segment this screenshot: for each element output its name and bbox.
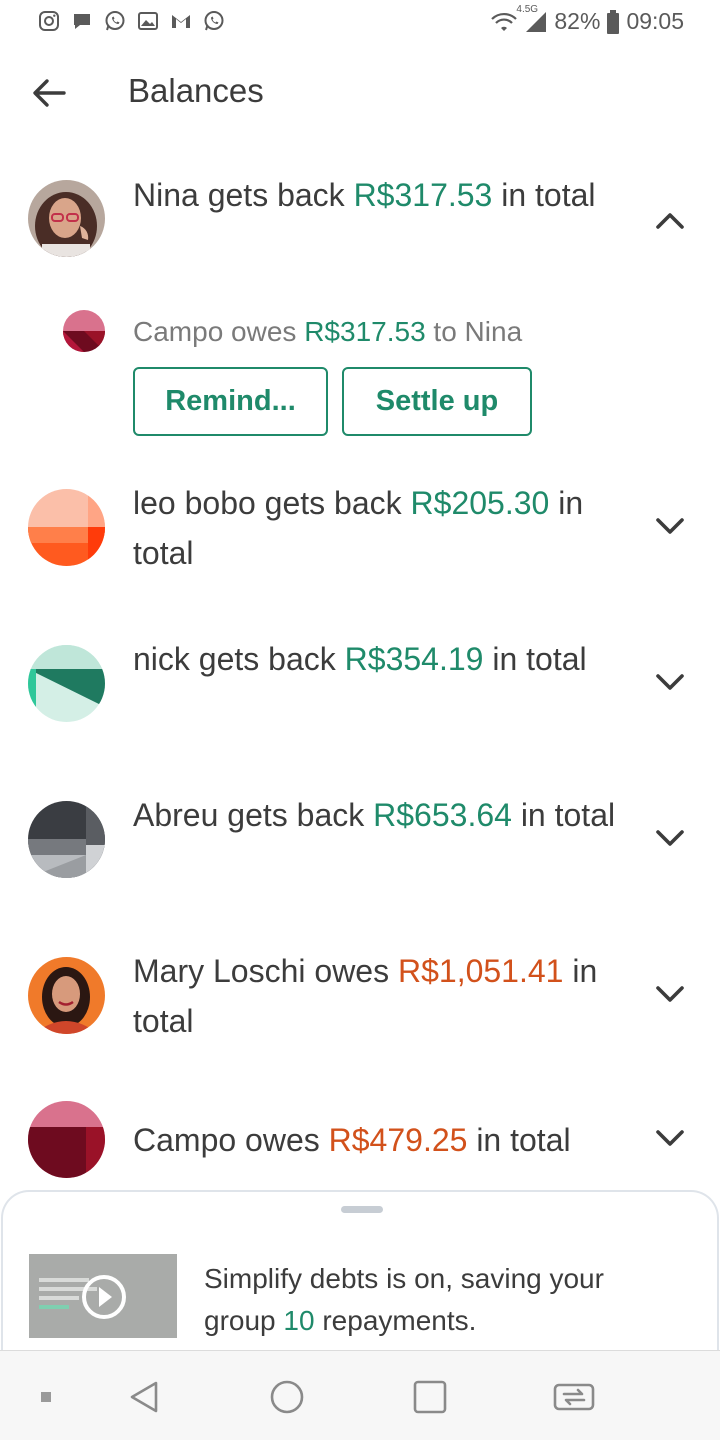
balance-verb: gets back — [207, 177, 345, 213]
balance-summary: nick gets back R$354.19 in total — [133, 634, 623, 684]
collapse-button[interactable] — [648, 198, 692, 242]
member-name: Nina — [133, 177, 199, 213]
wifi-icon — [490, 10, 518, 34]
drag-handle[interactable] — [341, 1206, 383, 1213]
remind-button[interactable]: Remind... — [133, 367, 328, 436]
member-name: nick — [133, 641, 190, 677]
balance-summary: Mary Loschi owes R$1,051.41 in total — [133, 946, 623, 1046]
network-type: 4.5G — [516, 3, 539, 15]
balance-row-nina[interactable]: Nina gets back R$317.53 in total — [0, 168, 720, 278]
balance-row-abreu[interactable]: Abreu gets back R$653.64 in total — [0, 790, 720, 900]
nav-dot-button[interactable] — [24, 1375, 68, 1419]
back-button[interactable] — [24, 68, 74, 118]
gmail-icon — [168, 8, 194, 34]
balance-row-campo[interactable]: Campo owes R$479.25 in total — [0, 1100, 720, 1184]
expand-button[interactable] — [648, 660, 692, 704]
expand-button[interactable] — [648, 816, 692, 860]
balance-suffix: in total — [476, 1122, 571, 1158]
settle-up-button[interactable]: Settle up — [342, 367, 532, 436]
balance-suffix: in total — [492, 641, 587, 677]
battery-icon — [606, 9, 620, 34]
detail-amount: R$317.53 — [304, 316, 426, 347]
detail-text: Campo owes R$317.53 to Nina — [133, 316, 522, 348]
simplify-debts-sheet[interactable]: Simplify debts is on, saving your group … — [1, 1190, 719, 1352]
member-name: Campo — [133, 1122, 237, 1158]
whatsapp-icon — [102, 8, 128, 34]
balance-amount: R$479.25 — [328, 1122, 468, 1158]
dot-icon — [41, 1392, 51, 1402]
clock: 09:05 — [626, 8, 684, 34]
balance-amount: R$317.53 — [353, 177, 493, 213]
avatar — [28, 1101, 105, 1178]
expand-button[interactable] — [648, 1116, 692, 1160]
nav-switch-button[interactable] — [552, 1375, 596, 1419]
system-nav-bar — [0, 1350, 720, 1440]
status-bar: 4.5G 82% 09:05 — [0, 0, 720, 44]
debtor-name: Campo — [133, 316, 224, 347]
app-bar: Balances — [0, 56, 720, 128]
back-triangle-icon — [130, 1381, 158, 1413]
home-circle-icon — [270, 1380, 304, 1414]
nav-back-button[interactable] — [122, 1375, 166, 1419]
simplify-debts-message: Simplify debts is on, saving your group … — [204, 1258, 674, 1342]
repayments-count: 10 — [283, 1305, 315, 1336]
avatar — [28, 645, 105, 722]
member-name: Mary Loschi — [133, 953, 306, 989]
avatar — [28, 957, 105, 1034]
balance-verb: gets back — [198, 641, 336, 677]
balance-verb: gets back — [227, 797, 365, 833]
battery-percent: 82% — [554, 8, 601, 34]
instagram-icon — [36, 8, 62, 34]
arrow-left-icon — [33, 79, 66, 107]
signal-icon: 4.5G — [516, 4, 548, 34]
balance-verb: gets back — [264, 485, 402, 521]
balance-summary: Nina gets back R$317.53 in total — [133, 170, 623, 220]
status-right: 4.5G 82% 09:05 — [490, 4, 684, 35]
balance-amount: R$653.64 — [373, 797, 512, 833]
play-icon — [82, 1275, 126, 1319]
balance-suffix: in total — [501, 177, 596, 213]
balance-amount: R$205.30 — [410, 485, 550, 521]
detail-to-text: to Nina — [433, 316, 523, 347]
member-name: Abreu — [133, 797, 219, 833]
member-name: leo bobo — [133, 485, 256, 521]
video-thumbnail[interactable] — [29, 1254, 177, 1338]
chevron-down-icon — [656, 986, 684, 1002]
chevron-down-icon — [656, 1130, 684, 1146]
avatar — [28, 801, 105, 878]
balance-row-mary-loschi[interactable]: Mary Loschi owes R$1,051.41 in total — [0, 946, 720, 1056]
balance-amount: R$354.19 — [344, 641, 484, 677]
avatar — [28, 489, 105, 566]
avatar — [28, 180, 105, 257]
chevron-down-icon — [656, 674, 684, 690]
balance-summary: Abreu gets back R$653.64 in total — [133, 790, 623, 840]
detail-verb: owes — [231, 316, 297, 347]
switch-apps-icon — [553, 1383, 595, 1411]
message-end: repayments. — [322, 1305, 477, 1336]
chevron-up-icon — [656, 213, 684, 229]
balance-verb: owes — [245, 1122, 320, 1158]
page-title: Balances — [128, 72, 264, 109]
notification-icons — [36, 8, 227, 34]
chevron-down-icon — [656, 830, 684, 846]
balance-detail: Campo owes R$317.53 to Nina Remind... Se… — [0, 310, 720, 440]
balance-suffix: in total — [520, 797, 616, 833]
gallery-icon — [135, 8, 161, 34]
chevron-down-icon — [656, 518, 684, 534]
expand-button[interactable] — [648, 972, 692, 1016]
avatar — [63, 310, 105, 352]
balance-row-nick[interactable]: nick gets back R$354.19 in total — [0, 634, 720, 744]
nav-home-button[interactable] — [265, 1375, 309, 1419]
balance-summary: Campo owes R$479.25 in total — [133, 1115, 653, 1165]
recents-square-icon — [413, 1380, 447, 1414]
nav-recents-button[interactable] — [408, 1375, 452, 1419]
balance-amount: R$1,051.41 — [397, 953, 564, 989]
chat-bubble-icon — [69, 8, 95, 34]
whatsapp-icon — [201, 8, 227, 34]
balance-row-leo-bobo[interactable]: leo bobo gets back R$205.30 in total — [0, 478, 720, 588]
balance-summary: leo bobo gets back R$205.30 in total — [133, 478, 623, 578]
expand-button[interactable] — [648, 504, 692, 548]
balance-verb: owes — [314, 953, 390, 989]
